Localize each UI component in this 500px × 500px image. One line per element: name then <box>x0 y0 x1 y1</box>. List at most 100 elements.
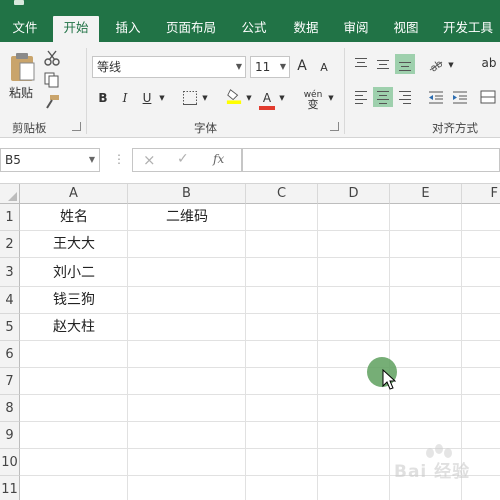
shrink-font-button[interactable]: A <box>318 59 330 77</box>
font-size-value: 11 <box>255 60 271 74</box>
grow-font-button[interactable]: A <box>295 57 309 75</box>
row-header-9[interactable]: 9 <box>0 422 20 449</box>
merge-center-icon[interactable] <box>480 89 496 105</box>
phonetic-glyph: 变 <box>307 98 319 111</box>
chevron-down-icon[interactable]: ▼ <box>326 89 336 107</box>
fill-color-icon[interactable] <box>226 88 242 104</box>
align-right-button[interactable] <box>395 87 415 107</box>
gridline <box>20 394 500 395</box>
tab-developer[interactable]: 开发工具 <box>436 16 500 42</box>
enter-icon[interactable]: ✓ <box>177 151 189 167</box>
watermark-text: Bai 经验 <box>394 462 471 482</box>
column-header-d[interactable]: D <box>318 184 390 204</box>
tab-formulas[interactable]: 公式 <box>234 16 274 42</box>
align-center-button[interactable] <box>373 87 393 107</box>
tab-file[interactable]: 文件 <box>0 16 50 42</box>
cell-a1[interactable]: 姓名 <box>20 204 128 231</box>
decrease-indent-icon[interactable] <box>428 89 444 105</box>
row-header-10[interactable]: 10 <box>0 449 20 476</box>
name-box-value: B5 <box>5 153 21 167</box>
copy-icon[interactable] <box>44 72 60 88</box>
column-header-f[interactable]: F <box>462 184 500 204</box>
mouse-pointer-icon <box>382 369 396 390</box>
column-header-b[interactable]: B <box>128 184 246 204</box>
orientation-icon[interactable]: ab <box>428 56 444 72</box>
row-header-11[interactable]: 11 <box>0 476 20 500</box>
group-divider <box>344 48 345 134</box>
font-name-select[interactable]: 等线 ▼ <box>92 56 246 78</box>
save-icon[interactable] <box>14 0 24 5</box>
font-name-value: 等线 <box>97 60 122 74</box>
font-size-select[interactable]: 11 ▼ <box>250 56 290 78</box>
align-left-button[interactable] <box>351 87 371 107</box>
underline-button[interactable]: U <box>140 89 154 107</box>
gridline <box>317 204 318 500</box>
ribbon-tab-bar: 文件 开始 插入 页面布局 公式 数据 审阅 视图 开发工具 <box>0 8 500 42</box>
chevron-down-icon: ▼ <box>88 155 95 164</box>
gridline <box>20 367 500 368</box>
font-color-bar <box>259 106 275 110</box>
tab-view[interactable]: 视图 <box>386 16 426 42</box>
chevron-down-icon: ▼ <box>235 62 242 71</box>
formula-bar: B5 ▼ ⋮ × ✓ fx <box>0 138 500 184</box>
insert-function-icon[interactable]: fx <box>213 152 224 166</box>
tab-home[interactable]: 开始 <box>53 16 99 42</box>
cell-a4[interactable]: 钱三狗 <box>20 287 128 314</box>
row-header-6[interactable]: 6 <box>0 341 20 368</box>
row-header-5[interactable]: 5 <box>0 314 20 341</box>
gridline <box>20 421 500 422</box>
format-painter-icon[interactable] <box>44 94 60 110</box>
chevron-down-icon[interactable]: ▼ <box>277 89 287 107</box>
increase-indent-icon[interactable] <box>452 89 468 105</box>
ribbon: 粘贴 剪贴板 等线 ▼ 11 ▼ A A B I U ▼ ▼ ▼ A ▼ wén… <box>0 42 500 138</box>
column-header-a[interactable]: A <box>20 184 128 204</box>
row-header-2[interactable]: 2 <box>0 231 20 258</box>
chevron-down-icon: ▼ <box>279 62 286 71</box>
italic-button[interactable]: I <box>118 89 132 107</box>
select-all-corner[interactable] <box>0 184 20 204</box>
align-middle-button[interactable] <box>373 54 393 74</box>
row-header-3[interactable]: 3 <box>0 258 20 287</box>
chevron-down-icon[interactable]: ▼ <box>157 89 167 107</box>
name-box[interactable]: B5 ▼ <box>0 148 100 172</box>
group-label-font: 字体 <box>194 121 217 135</box>
chevron-down-icon[interactable]: ▼ <box>446 56 456 74</box>
row-header-7[interactable]: 7 <box>0 368 20 395</box>
font-color-button[interactable]: A <box>260 89 274 107</box>
tab-review[interactable]: 审阅 <box>336 16 376 42</box>
tab-page-layout[interactable]: 页面布局 <box>160 16 222 42</box>
title-bar <box>0 0 500 8</box>
font-color-glyph: A <box>262 91 272 105</box>
paste-icon[interactable] <box>10 52 36 82</box>
wrap-text-icon[interactable]: ab <box>478 54 500 72</box>
cell-a2[interactable]: 王大大 <box>20 231 128 258</box>
tab-insert[interactable]: 插入 <box>108 16 148 42</box>
paste-button[interactable]: 粘贴 <box>9 84 33 101</box>
cell-a5[interactable]: 赵大柱 <box>20 314 128 341</box>
clipboard-launcher-icon[interactable] <box>72 122 81 131</box>
cell-b1[interactable]: 二维码 <box>128 204 246 231</box>
row-header-4[interactable]: 4 <box>0 287 20 314</box>
cut-icon[interactable] <box>44 50 60 66</box>
group-label-alignment: 对齐方式 <box>432 121 478 135</box>
row-header-8[interactable]: 8 <box>0 395 20 422</box>
tab-data[interactable]: 数据 <box>286 16 326 42</box>
formula-input[interactable] <box>242 148 500 172</box>
cell-a3[interactable]: 刘小二 <box>20 260 128 287</box>
column-header-c[interactable]: C <box>246 184 318 204</box>
formula-buttons: × ✓ fx <box>132 148 242 172</box>
row-header-1[interactable]: 1 <box>0 204 20 231</box>
bold-button[interactable]: B <box>96 89 110 107</box>
align-bottom-button[interactable] <box>395 54 415 74</box>
chevron-down-icon[interactable]: ▼ <box>200 89 210 107</box>
cancel-icon[interactable]: × <box>143 151 156 169</box>
gridline <box>245 204 246 500</box>
font-launcher-icon[interactable] <box>330 122 339 131</box>
align-top-button[interactable] <box>351 54 371 74</box>
group-label-clipboard: 剪贴板 <box>12 121 47 135</box>
column-header-e[interactable]: E <box>390 184 462 204</box>
group-divider <box>86 48 87 134</box>
border-icon[interactable] <box>182 90 198 106</box>
chevron-down-icon[interactable]: ▼ <box>244 89 254 107</box>
formula-bar-grip-icon[interactable]: ⋮ <box>113 152 125 166</box>
